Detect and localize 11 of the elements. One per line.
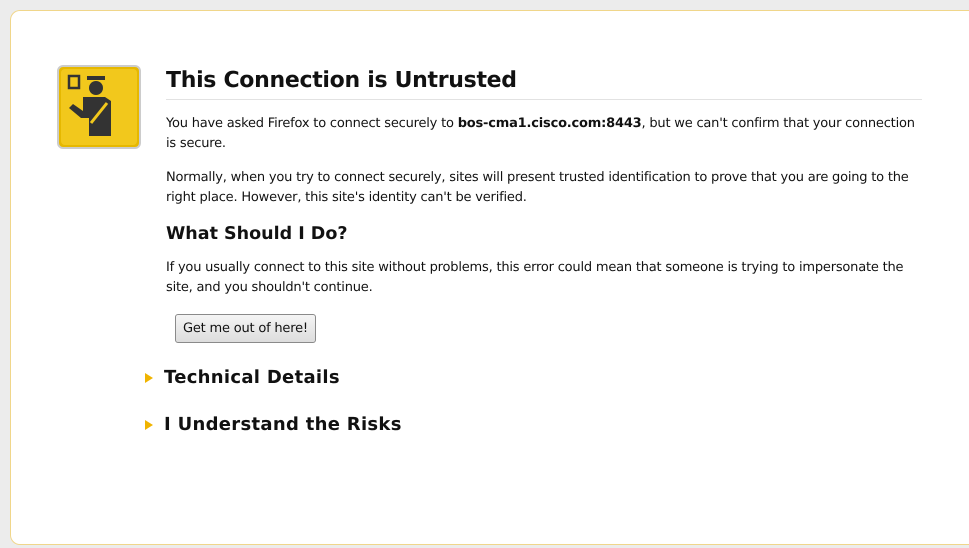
- section-toggle[interactable]: I Understand the Risks: [164, 414, 402, 435]
- get-out-button[interactable]: Get me out of here!: [175, 314, 316, 343]
- paragraph: You have asked Firefox to connect securely to bos-cma1.cisco.com:8443, but we can't confirm that your connection is secure.: [166, 115, 916, 153]
- page-title: This Connection is Untrusted: [166, 68, 922, 100]
- section-heading: What Should I Do?: [166, 224, 348, 244]
- collapsed-arrow-icon[interactable]: [144, 420, 154, 430]
- officer-icon: [57, 65, 141, 149]
- collapsed-arrow-icon[interactable]: [144, 372, 154, 382]
- paragraph: Normally, when you try to connect securely, sites will present trusted identification to prove that you are going to the right place. However, this site's identity can't be verified.: [166, 169, 910, 207]
- section-toggle[interactable]: Technical Details: [164, 367, 340, 388]
- paragraph: If you usually connect to this site without problems, this error could mean that someone is trying to impersonate the site, and you shouldn't continue.: [166, 259, 904, 297]
